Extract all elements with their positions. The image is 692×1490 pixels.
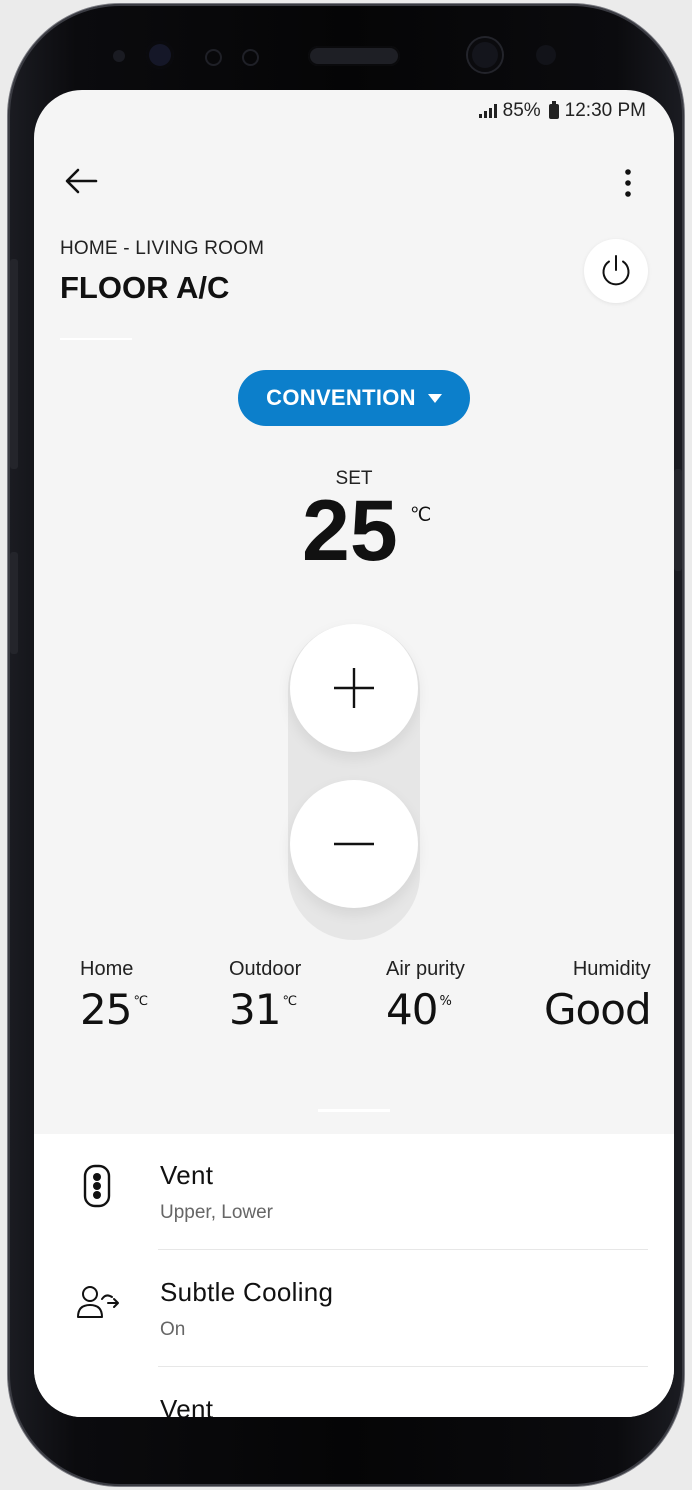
list-item-vent[interactable]: Vent Upper, Lower <box>34 1134 674 1250</box>
mode-dropdown[interactable]: CONVENTION <box>238 370 470 426</box>
list-item-title: Vent <box>160 1394 214 1417</box>
stat-unit: % <box>439 994 451 1009</box>
row-divider <box>158 1249 648 1250</box>
stat-label: Air purity <box>386 958 465 980</box>
more-options-button[interactable] <box>618 166 638 202</box>
status-bar: 85% 12:30 PM <box>478 100 646 122</box>
stat-number: 25 <box>80 985 132 1034</box>
list-item-vent-2[interactable]: Vent <box>34 1368 674 1417</box>
earpiece-speaker <box>308 46 400 66</box>
location-label: HOME - LIVING ROOM <box>60 238 265 259</box>
battery-icon <box>548 100 559 119</box>
power-side-button <box>674 469 682 571</box>
signal-icon <box>478 104 497 118</box>
settings-list: Vent Upper, Lower Subtle Cooling On Vent <box>34 1134 674 1417</box>
stat-label: Home <box>80 958 134 980</box>
stat-label: Outdoor <box>229 958 302 980</box>
stat-outdoor: Outdoor 31 ℃ <box>229 958 301 1031</box>
mode-label: CONVENTION <box>266 385 416 410</box>
iris-camera <box>146 41 174 69</box>
triangle-down-icon <box>427 393 442 403</box>
status-time: 12:30 PM <box>564 100 646 121</box>
stat-number: Good <box>544 985 652 1034</box>
power-button[interactable] <box>584 239 648 303</box>
battery-percent: 85% <box>502 100 541 121</box>
divider <box>60 338 132 340</box>
more-vertical-icon <box>625 169 631 197</box>
power-icon <box>602 255 630 286</box>
stat-value: 40% <box>386 989 465 1031</box>
sensor-dot <box>113 50 125 62</box>
iris-sensor <box>536 45 556 65</box>
stat-value: 25 ℃ <box>80 989 148 1031</box>
device-title: FLOOR A/C <box>60 270 230 305</box>
stat-unit: ℃ <box>133 994 148 1009</box>
list-item-subtitle: On <box>160 1319 186 1340</box>
stat-humidity: Humidity Good <box>544 958 652 1031</box>
drawer-handle[interactable] <box>318 1109 390 1112</box>
stat-label: Humidity <box>572 958 651 980</box>
proximity-sensor <box>205 49 222 66</box>
screen: 85% 12:30 PM HOME - LIVING ROOM FLOOR A/… <box>34 90 674 1417</box>
phone-frame: 85% 12:30 PM HOME - LIVING ROOM FLOOR A/… <box>8 4 684 1486</box>
subtle-cooling-icon <box>77 1286 119 1318</box>
stat-air-purity: Air purity 40% <box>386 958 465 1031</box>
plus-icon <box>334 668 374 708</box>
decrease-temperature-button[interactable] <box>290 780 418 908</box>
volume-button <box>10 259 18 469</box>
stat-value: Good <box>544 989 652 1031</box>
row-divider <box>158 1366 648 1367</box>
minus-icon <box>334 842 374 846</box>
bixby-button <box>10 552 18 654</box>
stat-value: 31 ℃ <box>229 989 301 1031</box>
back-button[interactable] <box>62 166 102 196</box>
light-sensor <box>242 49 259 66</box>
list-item-subtle-cooling[interactable]: Subtle Cooling On <box>34 1251 674 1367</box>
stat-number: 40 <box>386 985 438 1034</box>
list-item-subtitle: Upper, Lower <box>160 1202 274 1223</box>
arrow-left-icon <box>65 168 98 194</box>
vent-icon <box>83 1164 111 1208</box>
set-temperature: 25 <box>302 483 398 579</box>
list-item-title: Subtle Cooling <box>160 1277 334 1307</box>
stat-number: 31 <box>229 985 281 1034</box>
stat-home: Home 25 ℃ <box>80 958 148 1031</box>
stat-unit: ℃ <box>282 994 297 1009</box>
increase-temperature-button[interactable] <box>290 624 418 752</box>
front-camera <box>468 38 502 72</box>
list-item-title: Vent <box>160 1160 214 1190</box>
set-temperature-unit: ℃ <box>410 505 432 526</box>
